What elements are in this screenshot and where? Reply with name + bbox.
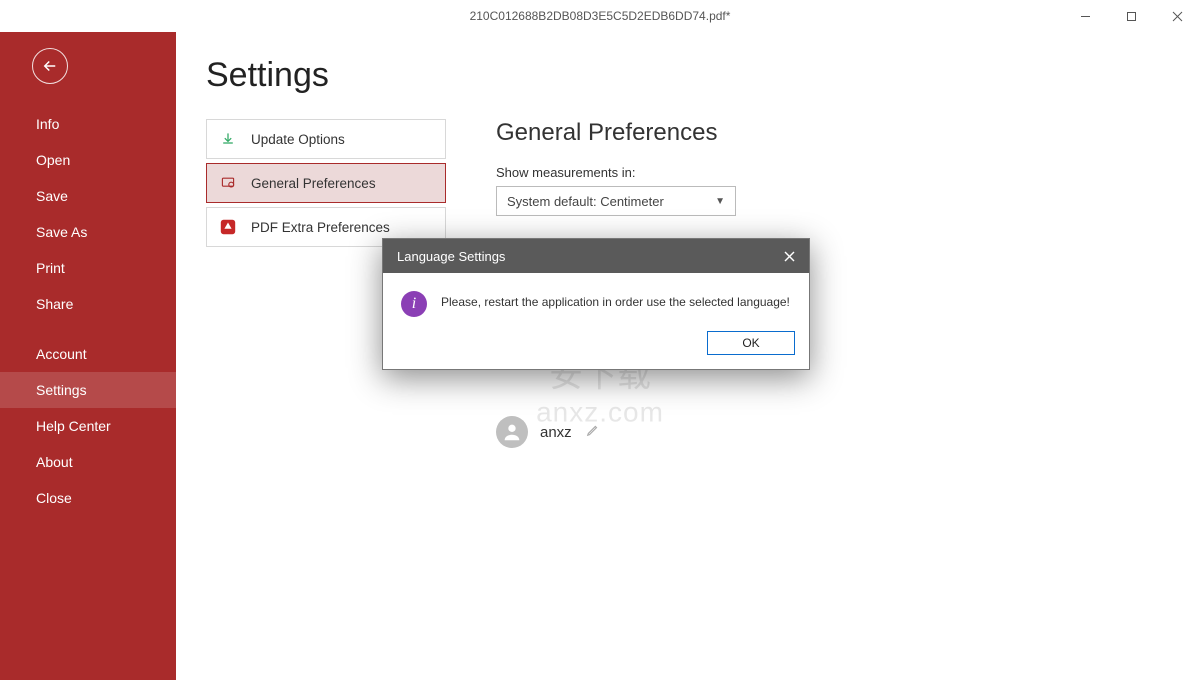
sidebar-item-help-center[interactable]: Help Center — [0, 408, 176, 444]
settings-item-update-options[interactable]: Update Options — [206, 119, 446, 159]
language-settings-dialog: Language Settings i Please, restart the … — [382, 238, 810, 370]
dialog-close-button[interactable] — [779, 246, 799, 266]
author-name: anxz — [540, 424, 572, 441]
maximize-button[interactable] — [1108, 0, 1154, 32]
download-icon — [219, 130, 237, 148]
author-row: anxz — [496, 416, 1170, 448]
pdf-icon — [219, 218, 237, 236]
measurements-select[interactable]: System default: Centimeter ▼ — [496, 186, 736, 216]
titlebar: 210C012688B2DB08D3E5C5D2EDB6DD74.pdf* — [0, 0, 1200, 32]
chevron-down-icon: ▼ — [715, 196, 725, 207]
preferences-title: General Preferences — [496, 119, 1170, 147]
dialog-title: Language Settings — [397, 249, 505, 264]
settings-category-list: Update Options General Preferences PDF E… — [206, 119, 446, 247]
sidebar-item-share[interactable]: Share — [0, 286, 176, 322]
page-title: Settings — [206, 56, 1170, 95]
sidebar-item-close[interactable]: Close — [0, 480, 176, 516]
sidebar-item-info[interactable]: Info — [0, 106, 176, 142]
sidebar-item-open[interactable]: Open — [0, 142, 176, 178]
sidebar: Info Open Save Save As Print Share Accou… — [0, 32, 176, 680]
settings-item-label: Update Options — [251, 132, 345, 147]
settings-item-label: PDF Extra Preferences — [251, 220, 390, 235]
dialog-titlebar: Language Settings — [383, 239, 809, 273]
settings-item-label: General Preferences — [251, 176, 376, 191]
avatar-icon — [496, 416, 528, 448]
measurements-value: System default: Centimeter — [507, 194, 664, 209]
sidebar-item-save[interactable]: Save — [0, 178, 176, 214]
close-window-button[interactable] — [1154, 0, 1200, 32]
measurements-label: Show measurements in: — [496, 165, 1170, 180]
edit-author-icon[interactable] — [586, 423, 600, 442]
window-controls — [1062, 0, 1200, 32]
dialog-message: Please, restart the application in order… — [441, 291, 790, 309]
sidebar-item-print[interactable]: Print — [0, 250, 176, 286]
minimize-button[interactable] — [1062, 0, 1108, 32]
back-button[interactable] — [32, 48, 68, 84]
sidebar-item-account[interactable]: Account — [0, 336, 176, 372]
settings-item-general-preferences[interactable]: General Preferences — [206, 163, 446, 203]
sidebar-item-save-as[interactable]: Save As — [0, 214, 176, 250]
sidebar-item-about[interactable]: About — [0, 444, 176, 480]
window-title: 210C012688B2DB08D3E5C5D2EDB6DD74.pdf* — [470, 9, 731, 23]
sidebar-item-settings[interactable]: Settings — [0, 372, 176, 408]
info-icon: i — [401, 291, 427, 317]
ok-button[interactable]: OK — [707, 331, 795, 355]
gear-icon — [219, 174, 237, 192]
